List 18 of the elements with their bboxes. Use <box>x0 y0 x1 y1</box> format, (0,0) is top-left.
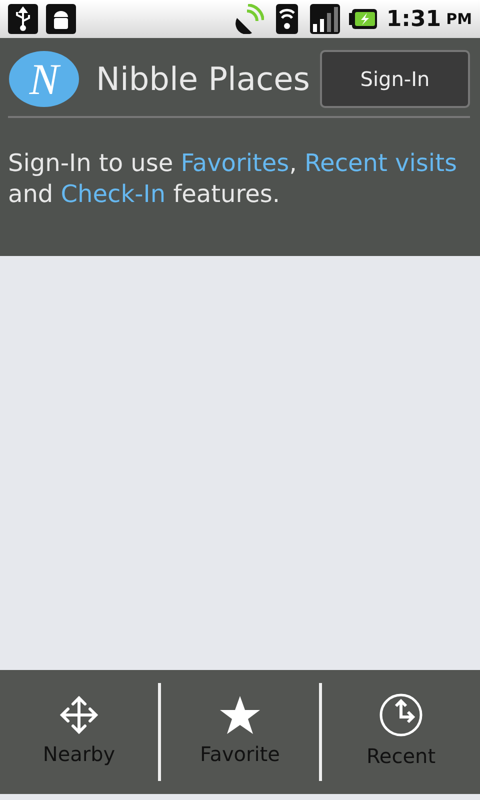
gps-icon <box>234 4 264 34</box>
status-time: 1:31 <box>386 6 442 34</box>
tab-button[interactable]: Favorite <box>161 670 319 794</box>
clock-icon <box>379 693 423 737</box>
star-icon <box>219 695 261 735</box>
app-title: Nibble Places <box>96 59 311 100</box>
tab-button[interactable]: Recent <box>322 670 480 794</box>
status-ampm: PM <box>446 8 472 30</box>
move-arrows-icon <box>59 695 99 735</box>
sign-in-button[interactable]: Sign-In <box>320 50 470 108</box>
feature-link[interactable]: Recent visits <box>304 149 457 177</box>
usb-icon <box>8 4 38 34</box>
sign-in-message: Sign-In to use Favorites, Recent visits and Check-In features. <box>8 148 458 210</box>
tab-button[interactable]: Nearby <box>0 670 158 794</box>
signal-icon <box>310 4 340 34</box>
feature-link[interactable]: Check-In <box>60 180 166 208</box>
feature-link[interactable]: Favorites <box>180 149 290 177</box>
app-logo: N <box>8 50 80 108</box>
